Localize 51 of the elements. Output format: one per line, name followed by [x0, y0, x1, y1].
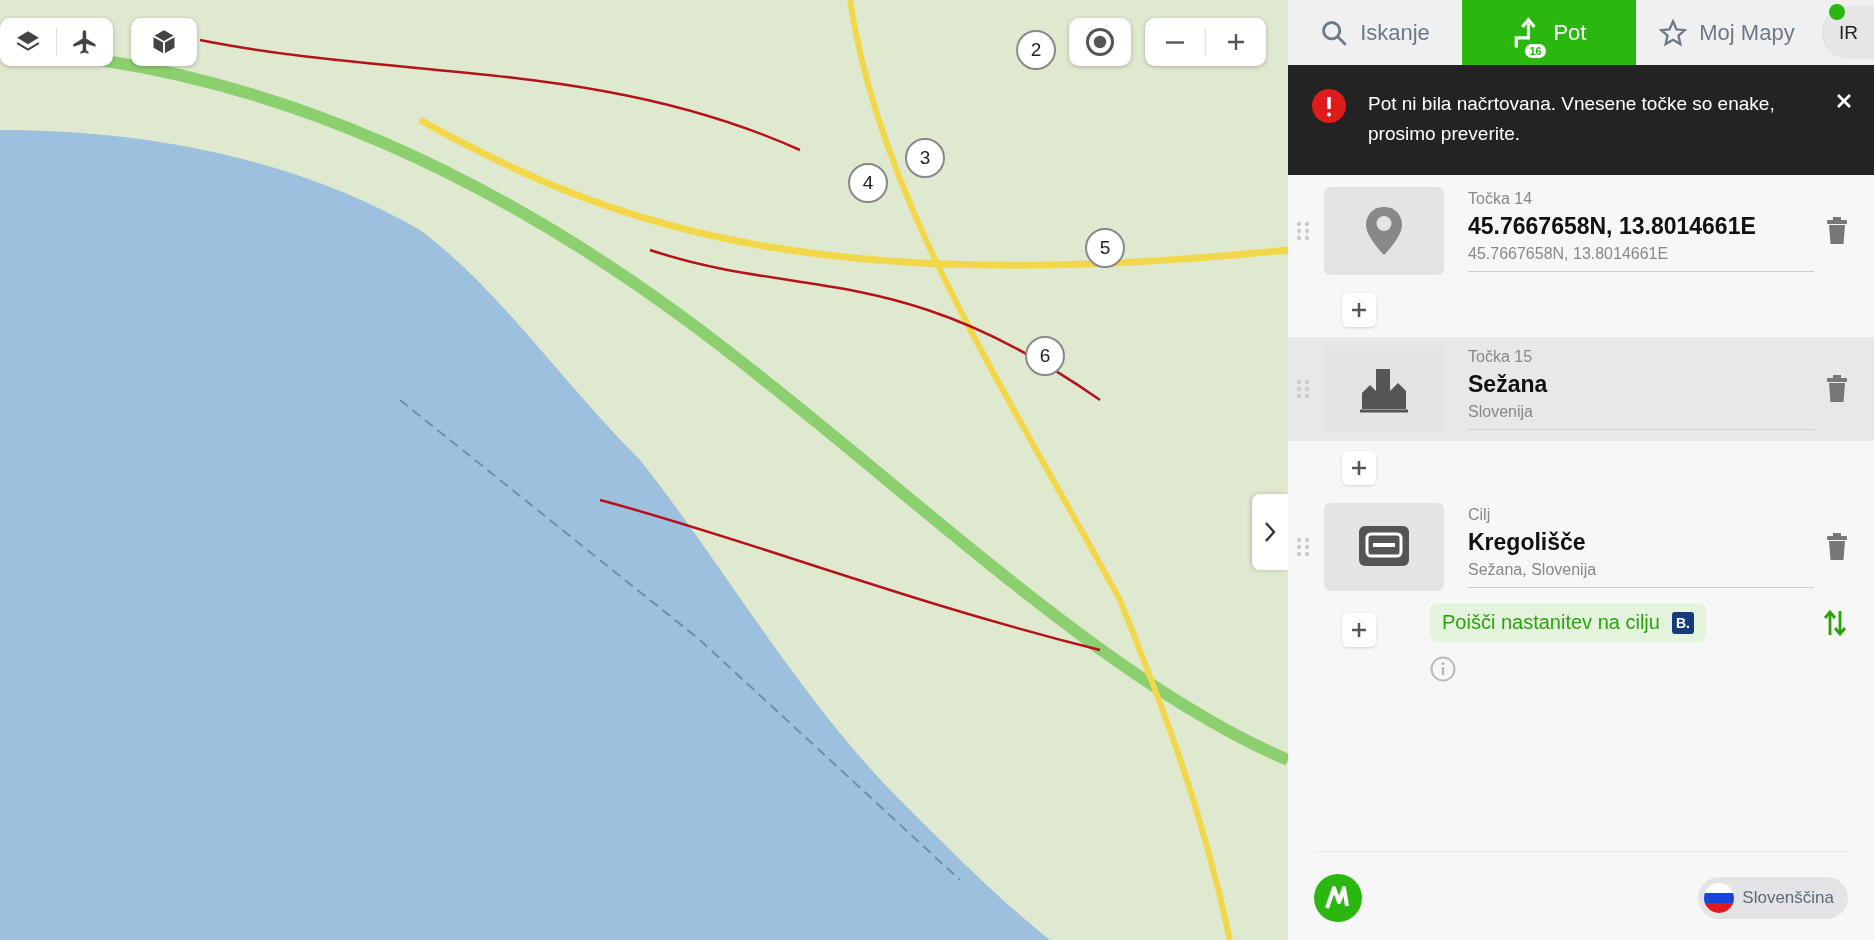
language-selector[interactable]: Slovenščina — [1698, 877, 1848, 919]
3d-view-button[interactable] — [131, 18, 197, 66]
minus-icon — [1166, 40, 1184, 44]
plus-icon — [1351, 622, 1367, 638]
trash-icon — [1826, 375, 1848, 403]
star-icon — [1659, 18, 1688, 47]
airplane-icon — [71, 28, 99, 56]
plus-icon — [1351, 302, 1367, 318]
location-pin-icon — [1366, 207, 1402, 255]
waypoint-name: Sežana — [1468, 371, 1549, 398]
delete-button[interactable] — [1826, 533, 1848, 561]
drag-handle-icon — [1296, 537, 1310, 557]
delete-button[interactable] — [1826, 375, 1848, 403]
waypoint-detail: Sežana, Slovenija — [1468, 561, 1598, 579]
search-icon — [1320, 18, 1349, 47]
user-avatar[interactable]: IR — [1822, 6, 1874, 59]
route-count-badge: 16 — [1525, 43, 1546, 58]
add-waypoint-button[interactable] — [1342, 451, 1376, 485]
waypoint-row[interactable]: Cilj Kregolišče Sežana, Slovenija — [1288, 495, 1874, 599]
plus-icon — [1351, 460, 1367, 476]
waypoint-label: Točka 15 — [1468, 348, 1534, 366]
find-accommodation-button[interactable]: Poišči nastanitev na cilju B. — [1430, 603, 1706, 642]
plus-icon — [1226, 32, 1246, 52]
waypoint-detail: 45.7667658N, 13.8014661E — [1468, 245, 1670, 263]
waypoint-name: Kregolišče — [1468, 529, 1587, 556]
error-icon — [1312, 89, 1346, 123]
app-logo[interactable] — [1314, 874, 1362, 922]
waypoint-label: Točka 14 — [1468, 190, 1534, 208]
waypoint-label: Cilj — [1468, 506, 1492, 524]
add-waypoint-button[interactable] — [1342, 293, 1376, 327]
add-waypoint-button[interactable] — [1342, 613, 1376, 647]
waypoint-row[interactable]: Točka 14 45.7667658N, 13.8014661E 45.7667658N, 13.8014661E — [1288, 179, 1874, 283]
delete-button[interactable] — [1826, 217, 1848, 245]
info-icon — [1430, 656, 1456, 682]
trash-icon — [1826, 533, 1848, 561]
trash-icon — [1826, 217, 1848, 245]
locate-button[interactable] — [1069, 18, 1131, 66]
close-icon — [1836, 93, 1852, 109]
drag-handle-icon — [1296, 379, 1310, 399]
chevron-right-icon — [1264, 521, 1276, 543]
expand-panel-button[interactable] — [1252, 494, 1288, 570]
cube-icon — [150, 28, 178, 56]
booking-badge: B. — [1671, 611, 1694, 634]
waypoint-row[interactable]: Točka 15 Sežana Slovenija — [1288, 337, 1874, 441]
waypoint-detail: Slovenija — [1468, 403, 1534, 421]
drag-handle-icon — [1296, 221, 1310, 241]
error-message: Pot ni bila načrtovana. Vnesene točke so enake, prosimo preverite. — [1368, 92, 1776, 146]
swap-arrows-icon — [1822, 609, 1848, 637]
waypoint-name: 45.7667658N, 13.8014661E — [1468, 213, 1757, 240]
flag-icon — [1704, 883, 1735, 913]
target-icon — [1085, 27, 1115, 57]
